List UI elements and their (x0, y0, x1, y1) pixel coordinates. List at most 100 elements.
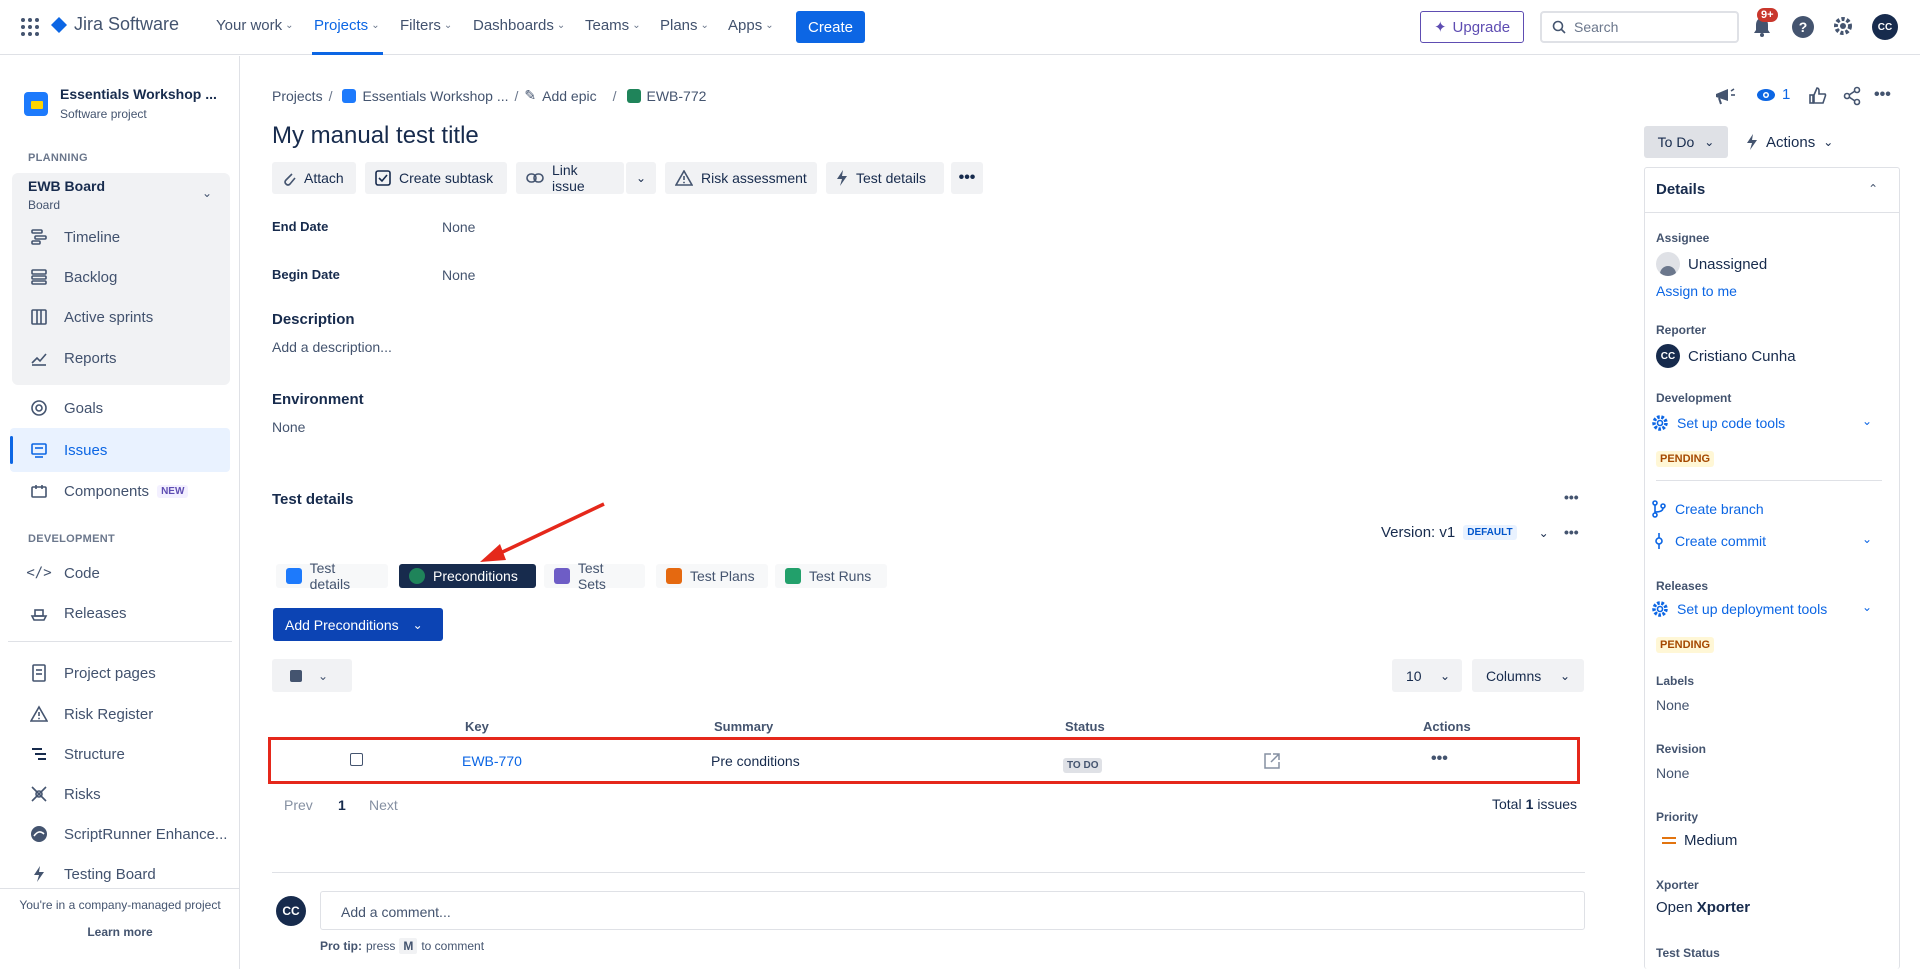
jira-logo[interactable]: Jira Software (50, 14, 179, 35)
sidebar-item-reports[interactable]: Reports (28, 347, 117, 369)
page-size-select[interactable]: 10 ⌄ (1392, 659, 1462, 692)
nav-projects[interactable]: Projects ⌄ (314, 17, 380, 34)
create-button[interactable]: Create (796, 11, 865, 43)
labels-value[interactable]: None (1656, 697, 1689, 713)
sidebar-item-structure[interactable]: Structure (28, 743, 125, 765)
pagination-page-1[interactable]: 1 (338, 797, 346, 813)
project-name[interactable]: Essentials Workshop ... (60, 86, 217, 102)
chevron-down-icon[interactable]: ⌄ (1862, 600, 1872, 614)
breadcrumb-add-epic[interactable]: Add epic (542, 88, 596, 104)
nav-dashboards[interactable]: Dashboards ⌄ (473, 17, 565, 34)
chevron-down-icon[interactable]: ⌄ (1862, 414, 1872, 428)
test-issue-icon (626, 88, 641, 103)
chevron-down-icon[interactable]: ⌄ (1862, 532, 1872, 546)
chevron-up-icon[interactable]: ⌄ (1868, 181, 1878, 195)
sidebar-item-testing-board[interactable]: Testing Board (28, 863, 156, 885)
development-label: Development (1656, 391, 1732, 405)
search-input[interactable]: Search (1540, 11, 1739, 43)
link-issue-dropdown[interactable]: ⌄ (626, 162, 656, 194)
sidebar-item-goals[interactable]: Goals (28, 397, 103, 419)
chevron-down-icon: ⌄ (371, 20, 380, 31)
column-header-status[interactable]: Status (1065, 719, 1105, 734)
nav-filters[interactable]: Filters ⌄ (400, 17, 452, 34)
tab-test-details[interactable]: Test details (276, 560, 388, 592)
link-issue-button[interactable]: Link issue (516, 162, 624, 194)
set-up-deployment-tools-link[interactable]: Set up deployment tools (1651, 600, 1827, 618)
sidebar-item-backlog[interactable]: Backlog (28, 266, 117, 288)
version-more-icon[interactable]: ••• (1564, 524, 1579, 540)
create-subtask-button[interactable]: Create subtask (365, 162, 507, 194)
help-icon[interactable]: ? (1792, 16, 1814, 38)
assignee-value[interactable]: Unassigned (1656, 252, 1767, 276)
comment-input[interactable]: Add a comment... (320, 891, 1585, 930)
sidebar-item-releases[interactable]: Releases (28, 602, 127, 624)
sidebar-divider (8, 641, 232, 642)
attach-button[interactable]: Attach (272, 162, 356, 194)
app-switcher-icon[interactable] (20, 17, 40, 37)
test-details-more-icon[interactable]: ••• (1564, 489, 1579, 505)
sidebar-item-components[interactable]: Components NEW (28, 480, 189, 502)
actions-dropdown[interactable]: Actions ⌄ (1746, 126, 1846, 158)
sidebar-item-scriptrunner[interactable]: ScriptRunner Enhance... (28, 823, 227, 845)
nav-teams[interactable]: Teams ⌄ (585, 17, 641, 34)
environment-value[interactable]: None (272, 419, 305, 435)
tab-test-runs[interactable]: Test Runs (775, 564, 887, 588)
pro-tip: Pro tip: press M to comment (320, 938, 485, 954)
risks-icon (28, 783, 50, 805)
sidebar-item-risk-register[interactable]: Risk Register (28, 703, 153, 725)
megaphone-icon[interactable] (1714, 86, 1736, 106)
issue-more-icon[interactable]: ••• (1874, 86, 1891, 104)
settings-icon[interactable] (1832, 15, 1854, 37)
chevron-down-icon[interactable]: ⌄ (202, 186, 212, 200)
revision-value[interactable]: None (1656, 765, 1689, 781)
reporter-value[interactable]: CC Cristiano Cunha (1656, 344, 1796, 368)
columns-dropdown[interactable]: Columns ⌄ (1472, 659, 1584, 692)
priority-value[interactable]: Medium (1656, 832, 1737, 849)
more-actions-button[interactable]: ••• (951, 162, 983, 194)
create-branch-link[interactable]: Create branch (1651, 500, 1764, 518)
tab-test-plans[interactable]: Test Plans (656, 564, 768, 588)
board-columns-icon (28, 306, 50, 328)
board-name[interactable]: EWB Board (28, 178, 105, 194)
pagination-next[interactable]: Next (369, 797, 398, 813)
bulk-select-dropdown[interactable]: ⌄ (272, 659, 352, 692)
sidebar-item-project-pages[interactable]: Project pages (28, 662, 156, 684)
watch-button[interactable]: 1 (1756, 86, 1790, 103)
share-icon[interactable] (1842, 86, 1862, 106)
set-up-code-tools-link[interactable]: Set up code tools (1651, 414, 1785, 432)
thumbs-up-icon[interactable] (1808, 86, 1828, 106)
issue-title[interactable]: My manual test title (272, 122, 479, 150)
sidebar-item-code[interactable]: </> Code (26, 562, 100, 584)
nav-your-work[interactable]: Your work ⌄ (216, 17, 294, 34)
learn-more-link[interactable]: Learn more (0, 925, 240, 939)
notifications-button[interactable]: 9+ (1752, 8, 1778, 38)
sidebar-item-risks[interactable]: Risks (28, 783, 101, 805)
breadcrumb-project[interactable]: Essentials Workshop ... (362, 88, 508, 104)
sidebar-item-active-sprints[interactable]: Active sprints (28, 306, 153, 328)
breadcrumb-issue-key[interactable]: EWB-772 (647, 88, 707, 104)
add-preconditions-button[interactable]: Add Preconditions ⌄ (273, 608, 443, 641)
risk-assessment-button[interactable]: Risk assessment (665, 162, 817, 194)
nav-apps[interactable]: Apps ⌄ (728, 17, 774, 34)
assign-to-me-link[interactable]: Assign to me (1656, 283, 1737, 299)
breadcrumb-projects[interactable]: Projects (272, 88, 323, 104)
version-selector[interactable]: Version: v1 DEFAULT ⌄ (1381, 524, 1549, 541)
comment-avatar: CC (276, 896, 306, 926)
end-date-value[interactable]: None (442, 219, 475, 235)
sidebar-item-issues[interactable]: Issues (28, 439, 107, 461)
status-dropdown[interactable]: To Do ⌄ (1644, 126, 1728, 158)
open-xporter-link[interactable]: Open Xporter (1656, 899, 1750, 916)
preconditions-icon (409, 568, 425, 584)
user-avatar[interactable]: CC (1872, 14, 1898, 40)
sidebar-item-timeline[interactable]: Timeline (28, 226, 120, 248)
begin-date-value[interactable]: None (442, 267, 475, 283)
description-field[interactable]: Add a description... (272, 339, 392, 355)
upgrade-button[interactable]: ✦ Upgrade (1420, 11, 1524, 43)
create-commit-link[interactable]: Create commit (1651, 532, 1766, 550)
column-header-key[interactable]: Key (465, 719, 489, 734)
column-header-summary[interactable]: Summary (714, 719, 773, 734)
pagination-prev[interactable]: Prev (284, 797, 313, 813)
commit-icon (1651, 532, 1667, 550)
nav-plans[interactable]: Plans ⌄ (660, 17, 709, 34)
test-details-button[interactable]: Test details (826, 162, 944, 194)
